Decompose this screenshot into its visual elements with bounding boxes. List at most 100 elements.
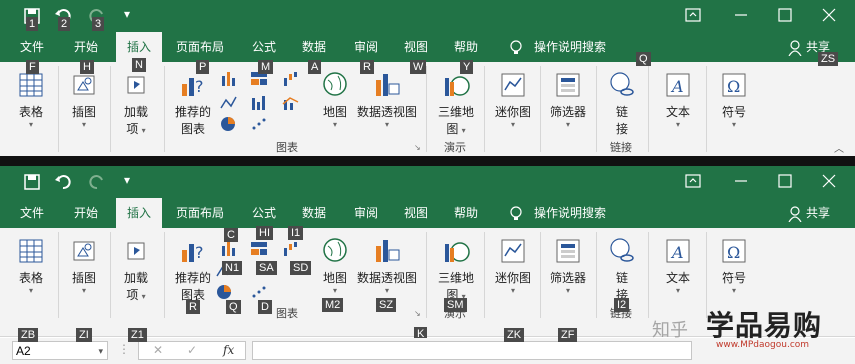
recommended-charts-button[interactable]: ? 推荐的 图表 <box>172 70 214 137</box>
keytip-n1: N1 <box>222 261 243 275</box>
collapse-ribbon-icon[interactable]: ︿ <box>834 140 844 155</box>
link-button[interactable]: 链 接 <box>604 70 640 137</box>
share-button[interactable]: 共享 <box>806 204 830 221</box>
filters-button[interactable]: 筛选器 ▾ <box>546 70 590 129</box>
minimize-icon[interactable] <box>734 174 748 188</box>
waterfall-chart-icon[interactable] <box>282 70 300 86</box>
dialog-launcher-icon[interactable]: ↘ <box>414 143 421 152</box>
illustrations-button[interactable]: 插图 ▾ <box>66 236 102 295</box>
keytip-zk: ZK <box>504 328 525 342</box>
keytip-file: F <box>26 60 39 74</box>
insert-function-icon[interactable]: fx <box>223 342 234 359</box>
save-icon[interactable] <box>24 174 40 190</box>
keytip-sm: SM <box>444 298 467 312</box>
redo-icon[interactable] <box>88 174 106 190</box>
tab-file[interactable]: 文件 <box>20 204 44 221</box>
share-person-icon[interactable] <box>788 40 802 56</box>
scatter-chart-icon[interactable] <box>250 284 268 300</box>
maps-button[interactable]: 地图 ▾ <box>318 70 352 129</box>
keytip-zf: ZF <box>558 328 578 342</box>
scatter-chart-icon[interactable] <box>250 116 268 132</box>
globe-icon <box>323 72 347 96</box>
text-label: 文本 <box>665 271 690 285</box>
pie-chart-icon[interactable] <box>220 116 238 132</box>
text-button[interactable]: A 文本 ▾ <box>658 236 698 295</box>
tab-review[interactable]: 审阅 <box>354 204 378 221</box>
recommended-charts-button[interactable]: ? 推荐的 图表 <box>172 236 214 303</box>
undo-icon[interactable] <box>54 174 72 190</box>
tab-view[interactable]: 视图 <box>404 204 428 221</box>
hierarchy-chart-icon[interactable] <box>250 240 268 256</box>
combo-chart-icon[interactable] <box>282 94 300 110</box>
symbols-button[interactable]: Ω 符号 ▾ <box>714 70 754 129</box>
tab-file[interactable]: 文件 <box>20 38 44 55</box>
maximize-icon[interactable] <box>778 174 792 188</box>
customize-icon[interactable]: ▾ <box>124 172 130 188</box>
keytip-view: W <box>410 60 427 74</box>
tab-page-layout[interactable]: 页面布局 <box>176 38 224 55</box>
sparklines-label: 迷你图 <box>494 271 531 285</box>
sparklines-button[interactable]: 迷你图 ▾ <box>492 236 534 295</box>
tab-home[interactable]: 开始 <box>74 204 98 221</box>
tab-view[interactable]: 视图 <box>404 38 428 55</box>
minimize-icon[interactable] <box>734 8 748 22</box>
close-icon[interactable] <box>822 8 836 22</box>
pivotchart-button[interactable]: 数据透视图 ▾ <box>354 70 420 129</box>
close-icon[interactable] <box>822 174 836 188</box>
maps-label: 地图 <box>322 105 347 119</box>
share-person-icon[interactable] <box>788 206 802 222</box>
text-icon: A <box>666 73 690 97</box>
tab-data[interactable]: 数据 <box>302 204 326 221</box>
addins-button[interactable]: 加载 项 ▾ <box>118 70 154 137</box>
pivotchart-icon <box>376 240 400 262</box>
tab-review[interactable]: 审阅 <box>354 38 378 55</box>
tables-button[interactable]: 表格 ▾ <box>14 236 48 295</box>
slicer-icon <box>556 239 580 263</box>
tab-data[interactable]: 数据 <box>302 38 326 55</box>
keytip-home: H <box>80 60 94 74</box>
addins-button[interactable]: 加载 项 ▾ <box>118 236 154 303</box>
formula-input[interactable] <box>252 341 692 360</box>
symbols-button[interactable]: Ω 符号 ▾ <box>714 236 754 295</box>
illustrations-button[interactable]: 插图 ▾ <box>66 70 102 129</box>
keytip-help: Y <box>460 60 474 74</box>
column-chart-icon[interactable] <box>220 70 238 86</box>
bar-chart-icon[interactable] <box>250 94 268 110</box>
pivotchart-button[interactable]: 数据透视图 ▾ <box>354 236 420 295</box>
illustrations-label: 插图 <box>71 271 96 285</box>
tab-home[interactable]: 开始 <box>74 38 98 55</box>
cancel-icon[interactable]: ✕ <box>153 342 163 359</box>
waterfall-chart-icon[interactable] <box>282 240 300 256</box>
line-chart-icon[interactable] <box>220 94 238 110</box>
recommended-label-2: 图表 <box>180 122 205 136</box>
customize-icon[interactable]: ▾ <box>124 6 130 22</box>
tab-insert[interactable]: 插入 <box>116 198 162 228</box>
tell-me-search[interactable]: 操作说明搜索 <box>534 38 606 55</box>
tables-button[interactable]: 表格 ▾ <box>14 70 48 129</box>
tab-formulas[interactable]: 公式 <box>252 38 276 55</box>
tab-help[interactable]: 帮助 <box>454 204 478 221</box>
illustrations-icon <box>73 75 95 95</box>
link-button[interactable]: 链 接 <box>604 236 640 303</box>
keytip-page-layout: P <box>196 60 210 74</box>
name-box[interactable]: A2 ▾ <box>12 341 108 360</box>
symbols-label: 符号 <box>721 271 746 285</box>
ribbon-display-icon[interactable] <box>685 8 701 22</box>
sparklines-button[interactable]: 迷你图 ▾ <box>492 70 534 129</box>
filters-button[interactable]: 筛选器 ▾ <box>546 236 590 295</box>
text-button[interactable]: A 文本 ▾ <box>658 70 698 129</box>
dialog-launcher-icon[interactable]: ↘ <box>414 309 421 318</box>
pie-chart-icon[interactable] <box>216 284 234 300</box>
tell-me-search[interactable]: 操作说明搜索 <box>534 204 606 221</box>
tab-formulas[interactable]: 公式 <box>252 204 276 221</box>
enter-icon[interactable]: ✓ <box>187 342 197 359</box>
ribbon-display-icon[interactable] <box>685 174 701 188</box>
maximize-icon[interactable] <box>778 8 792 22</box>
map3d-button[interactable]: 三维地 图 ▾ <box>436 236 476 303</box>
link-label-1: 链 <box>615 105 628 119</box>
tab-page-layout[interactable]: 页面布局 <box>176 204 224 221</box>
column-chart-icon[interactable] <box>220 240 238 256</box>
maps-button[interactable]: 地图 ▾ <box>318 236 352 295</box>
map3d-button[interactable]: 三维地 图 ▾ <box>436 70 476 137</box>
tab-help[interactable]: 帮助 <box>454 38 478 55</box>
